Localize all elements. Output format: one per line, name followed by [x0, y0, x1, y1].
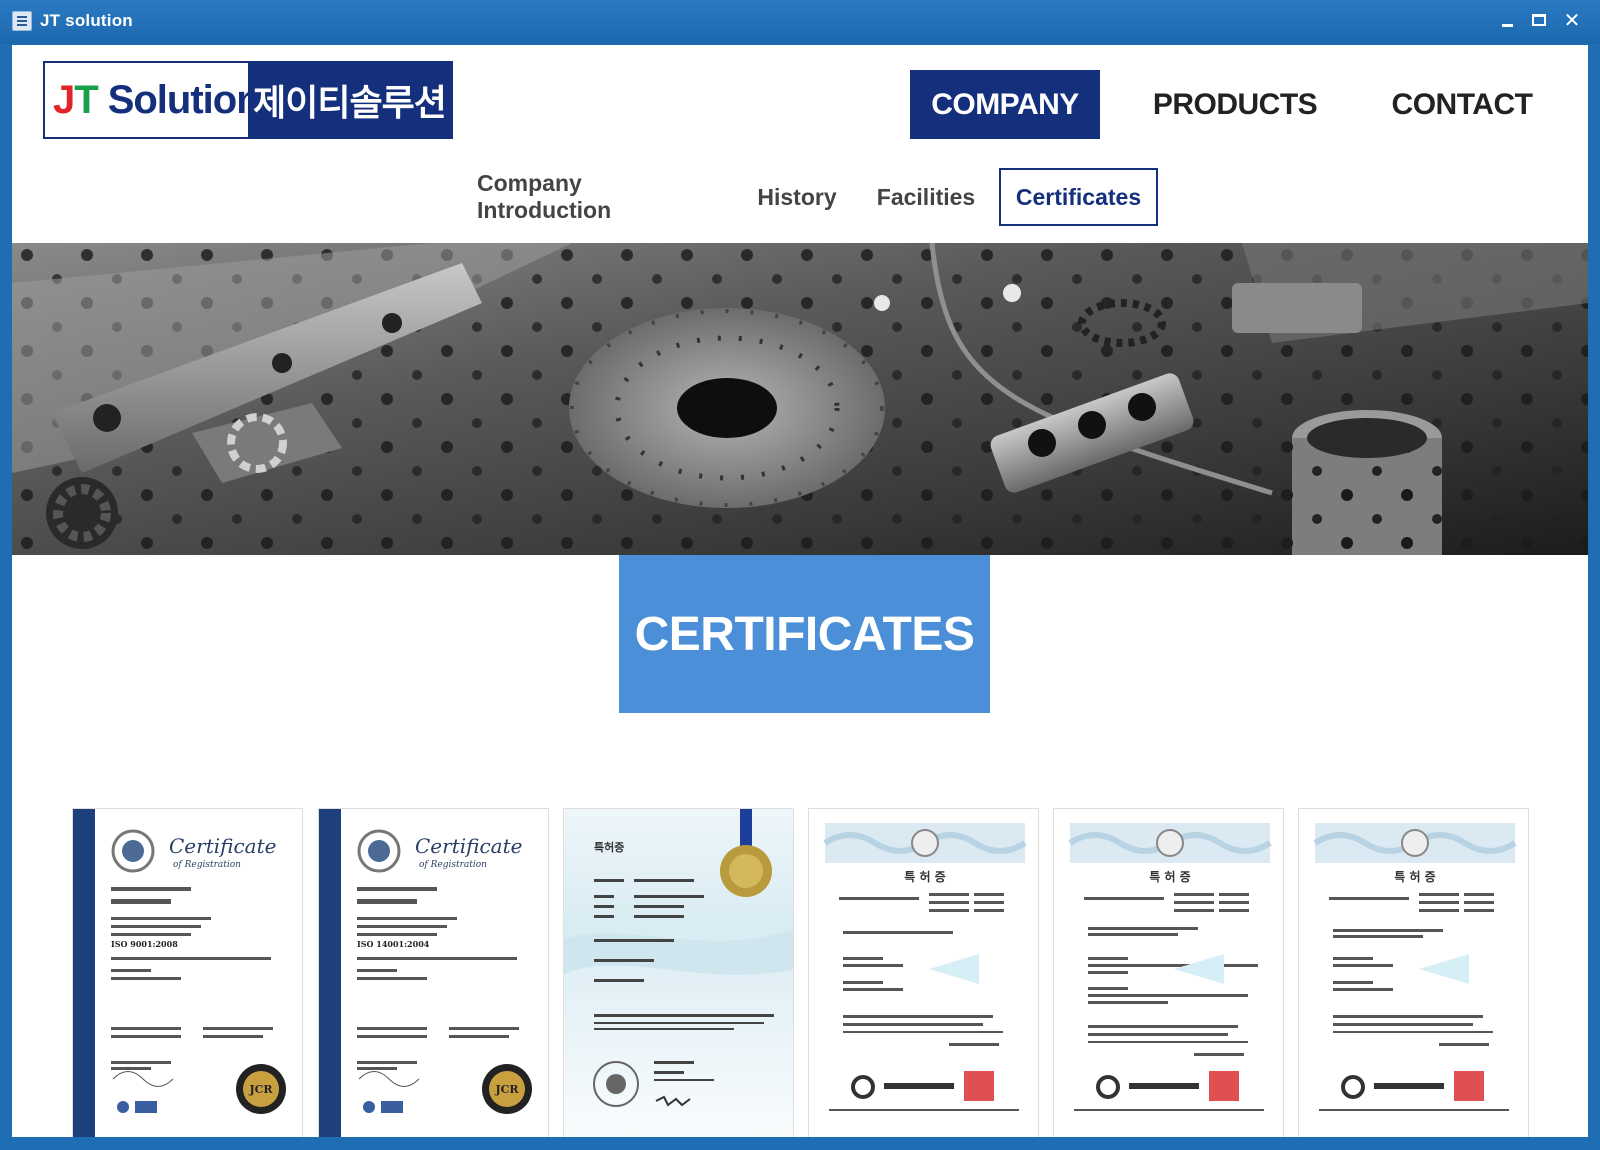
- close-button[interactable]: ✕: [1559, 8, 1585, 32]
- certificate-heading: 특허증: [594, 840, 624, 854]
- nav-company[interactable]: COMPANY: [910, 70, 1100, 139]
- certificate-standard: ISO 14001:2004: [357, 939, 430, 949]
- app-icon: [12, 11, 32, 31]
- certificate-iso-9001[interactable]: Certificate of Registration ISO 9001:200…: [72, 808, 303, 1137]
- certificate-patent-1[interactable]: 특허증: [563, 808, 794, 1137]
- certificate-iso-14001[interactable]: Certificate of Registration ISO 14001:20…: [318, 808, 549, 1137]
- hero-banner: [12, 243, 1588, 555]
- jcr-seal: JCR: [248, 1083, 273, 1096]
- nav-contact[interactable]: CONTACT: [1382, 70, 1542, 139]
- logo-korean: 제이티솔루션: [248, 63, 451, 137]
- minimize-button[interactable]: [1494, 8, 1520, 32]
- logo-english: J T Solution: [45, 63, 261, 137]
- certificate-heading: Certificate: [169, 834, 276, 858]
- web-content: J T Solution 제이티솔루션 COMPANY PRODUCTS CONTA…: [12, 45, 1588, 1137]
- section-title: CERTIFICATES: [619, 555, 990, 713]
- window-title: JT solution: [40, 11, 133, 30]
- logo-letter-t: T: [74, 77, 98, 122]
- minimize-icon: [1501, 24, 1513, 27]
- certificate-subheading: of Registration: [419, 860, 487, 870]
- nav-products[interactable]: PRODUCTS: [1150, 70, 1320, 139]
- logo[interactable]: J T Solution 제이티솔루션: [43, 61, 453, 139]
- certificate-standard: ISO 9001:2008: [111, 939, 178, 949]
- app-window: JT solution ✕ J T Solution 제이티솔루션 COMPANY …: [0, 0, 1600, 1150]
- subnav-company-introduction[interactable]: Company Introduction: [477, 168, 722, 226]
- certificate-heading: Certificate: [415, 834, 522, 858]
- certificate-patent-3[interactable]: 특 허 증: [1053, 808, 1284, 1137]
- certificate-patent-2[interactable]: 특 허 증: [808, 808, 1039, 1137]
- logo-solution-text: Solution: [107, 77, 261, 122]
- subnav-certificates[interactable]: Certificates: [999, 168, 1158, 226]
- title-bar[interactable]: JT solution ✕: [0, 0, 1600, 44]
- certificate-patent-4[interactable]: 특 허 증: [1298, 808, 1529, 1137]
- maximize-icon: [1532, 14, 1546, 26]
- subnav-history[interactable]: History: [752, 168, 842, 226]
- close-icon: ✕: [1563, 8, 1581, 32]
- certificate-heading: 특 허 증: [904, 869, 945, 884]
- certificate-heading: 특 허 증: [1394, 869, 1435, 884]
- certificate-subheading: of Registration: [173, 860, 241, 870]
- certificate-heading: 특 허 증: [1149, 869, 1190, 884]
- maximize-button[interactable]: [1526, 8, 1552, 32]
- logo-letter-j: J: [53, 77, 75, 122]
- jcr-seal: JCR: [494, 1083, 519, 1096]
- subnav-facilities[interactable]: Facilities: [876, 168, 976, 226]
